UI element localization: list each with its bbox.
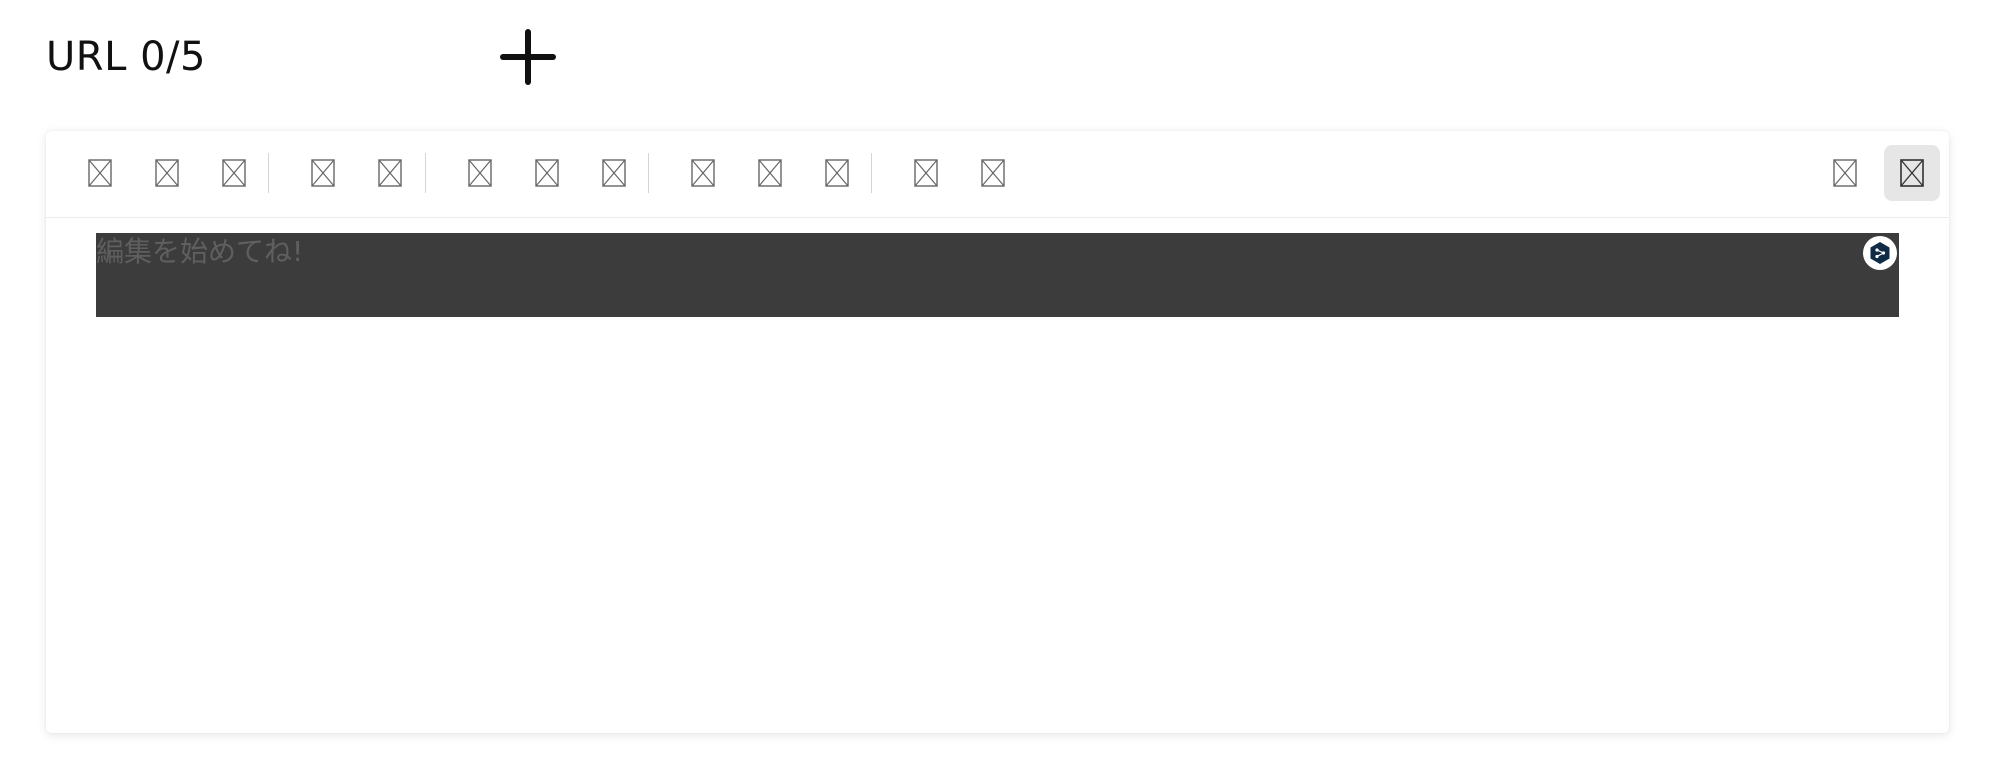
header: URL 0/5 bbox=[46, 22, 558, 92]
broken-image-icon bbox=[88, 159, 112, 187]
broken-image-icon bbox=[535, 159, 559, 187]
broken-image-icon bbox=[222, 159, 246, 187]
toolbar-button-2[interactable] bbox=[139, 145, 195, 201]
toolbar-separator bbox=[268, 153, 269, 193]
broken-image-icon bbox=[602, 159, 626, 187]
broken-image-icon bbox=[825, 159, 849, 187]
editor-toolbar bbox=[46, 131, 1949, 218]
broken-image-icon bbox=[155, 159, 179, 187]
toolbar-button-1[interactable] bbox=[72, 145, 128, 201]
deepl-logo-icon bbox=[1870, 242, 1890, 264]
broken-image-icon bbox=[691, 159, 715, 187]
broken-image-icon bbox=[378, 159, 402, 187]
toolbar-button-14[interactable] bbox=[1817, 145, 1873, 201]
toolbar-button-11[interactable] bbox=[809, 145, 865, 201]
url-counter: URL 0/5 bbox=[46, 34, 206, 80]
toolbar-button-10[interactable] bbox=[742, 145, 798, 201]
toolbar-button-9[interactable] bbox=[675, 145, 731, 201]
toolbar-button-12[interactable] bbox=[898, 145, 954, 201]
toolbar-button-7[interactable] bbox=[519, 145, 575, 201]
toolbar-button-3[interactable] bbox=[206, 145, 262, 201]
editor-placeholder: 編集を始めてね! bbox=[96, 235, 304, 268]
broken-image-icon bbox=[1833, 159, 1857, 187]
broken-image-icon bbox=[981, 159, 1005, 187]
broken-image-icon bbox=[311, 159, 335, 187]
toolbar-separator bbox=[425, 153, 426, 193]
deepl-translate-button[interactable] bbox=[1863, 236, 1897, 270]
toolbar-separator bbox=[871, 153, 872, 193]
broken-image-icon bbox=[914, 159, 938, 187]
toolbar-button-15-active[interactable] bbox=[1884, 145, 1940, 201]
toolbar-button-5[interactable] bbox=[362, 145, 418, 201]
add-url-button[interactable] bbox=[498, 27, 558, 87]
editor-content-area[interactable]: 編集を始めてね! bbox=[96, 233, 1899, 317]
broken-image-icon bbox=[758, 159, 782, 187]
toolbar-button-8[interactable] bbox=[586, 145, 642, 201]
rich-text-editor: 編集を始めてね! bbox=[46, 131, 1949, 733]
broken-image-icon bbox=[1900, 159, 1924, 187]
toolbar-separator bbox=[648, 153, 649, 193]
plus-icon bbox=[500, 29, 556, 85]
broken-image-icon bbox=[468, 159, 492, 187]
toolbar-button-4[interactable] bbox=[295, 145, 351, 201]
toolbar-button-6[interactable] bbox=[452, 145, 508, 201]
toolbar-button-13[interactable] bbox=[965, 145, 1021, 201]
